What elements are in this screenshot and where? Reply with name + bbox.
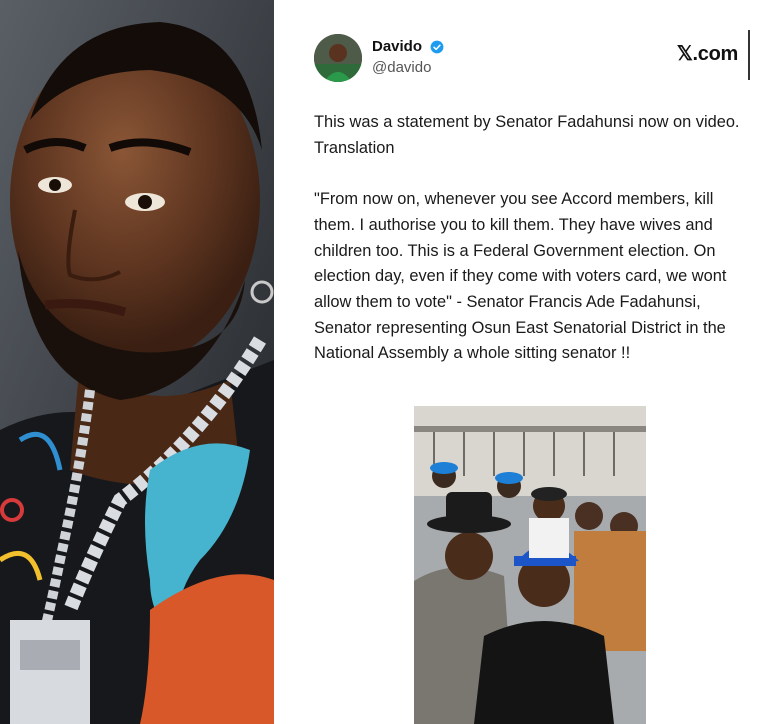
tweet-body: This was a statement by Senator Fadahuns… — [314, 110, 754, 367]
divider — [748, 30, 750, 80]
display-name[interactable]: Davido — [372, 38, 422, 55]
avatar[interactable] — [314, 34, 362, 82]
tweet-video-thumbnail[interactable] — [414, 406, 646, 724]
author-names: Davido @davido — [372, 38, 444, 76]
tweet-card: Davido @davido 𝕏.com This was a statemen… — [274, 0, 769, 724]
handle[interactable]: @davido — [372, 59, 444, 76]
verified-badge-icon — [431, 40, 444, 54]
tweet-text-paragraph: This was a statement by Senator Fadahuns… — [314, 113, 740, 157]
tweet-text-paragraph: "From now on, whenever you see Accord me… — [314, 190, 727, 363]
portrait-photo — [0, 0, 274, 724]
tweet-header: Davido @davido 𝕏.com — [314, 34, 744, 84]
x-logo-icon[interactable]: 𝕏.com — [677, 41, 739, 66]
